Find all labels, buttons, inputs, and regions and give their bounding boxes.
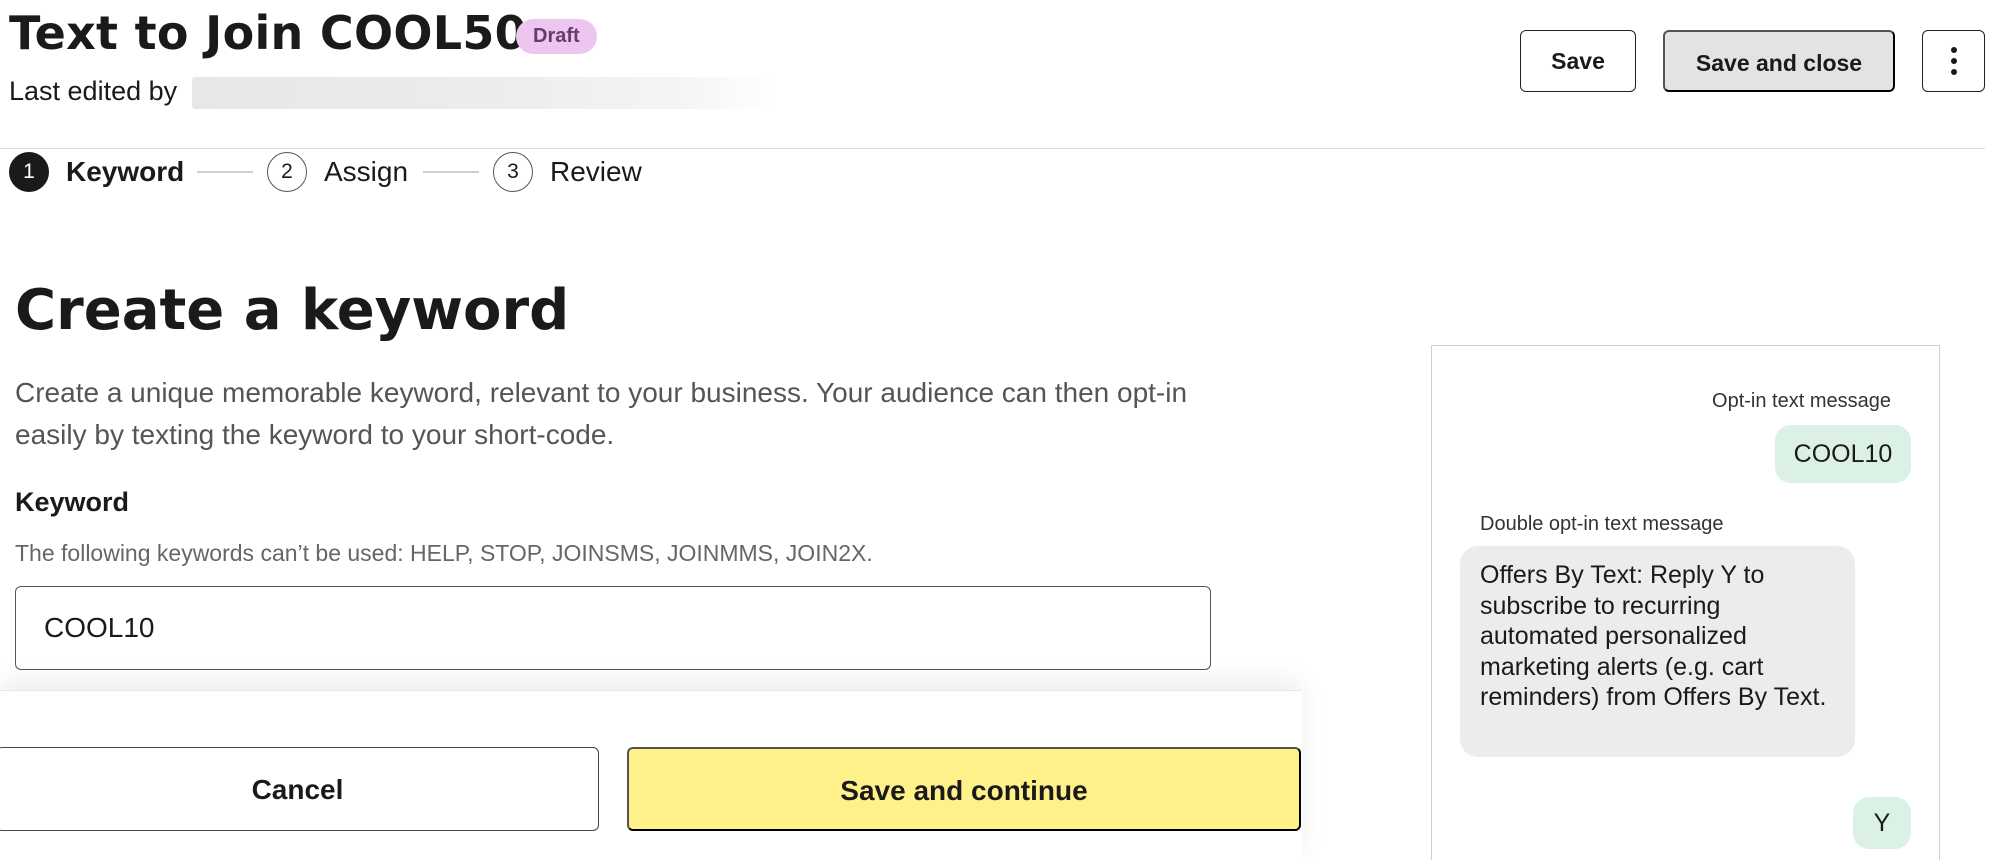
double-optin-label: Double opt-in text message: [1480, 513, 1724, 535]
step-label: Review: [550, 156, 642, 187]
double-optin-message-bubble: Offers By Text: Reply Y to subscribe to …: [1460, 546, 1855, 757]
step-assign[interactable]: 2 Assign: [267, 152, 408, 192]
step-keyword[interactable]: 1 Keyword: [9, 152, 184, 192]
step-number: 3: [493, 152, 533, 192]
optin-message-bubble: COOL10: [1775, 425, 1911, 483]
step-label: Keyword: [66, 156, 185, 187]
save-button[interactable]: Save: [1520, 30, 1636, 92]
step-label: Assign: [324, 156, 409, 187]
cancel-button[interactable]: Cancel: [0, 747, 599, 831]
section-description: Create a unique memorable keyword, relev…: [15, 377, 1188, 450]
keyword-input[interactable]: [15, 586, 1211, 670]
header-divider: [0, 148, 1985, 149]
status-badge: Draft: [516, 19, 597, 54]
section-heading: Create a keyword: [15, 278, 570, 343]
step-number: 1: [9, 152, 49, 192]
save-and-close-button[interactable]: Save and close: [1663, 30, 1895, 92]
redacted-editor-name: [192, 77, 774, 109]
step-review[interactable]: 3 Review: [493, 152, 642, 192]
last-edited-label: Last edited by: [9, 76, 178, 106]
more-vertical-icon: [1950, 47, 1957, 75]
step-connector: [423, 171, 479, 173]
save-and-continue-button[interactable]: Save and continue: [627, 747, 1301, 831]
step-connector: [197, 171, 253, 173]
step-number: 2: [267, 152, 307, 192]
keyword-hint: The following keywords can’t be used: HE…: [15, 540, 873, 566]
message-preview-panel: Opt-in text message COOL10 Double opt-in…: [1431, 345, 1940, 860]
optin-label: Opt-in text message: [1712, 390, 1891, 412]
keyword-label: Keyword: [15, 487, 130, 517]
page-title: Text to Join COOL50: [9, 6, 527, 60]
reply-message-bubble: Y: [1853, 797, 1911, 849]
more-options-button[interactable]: [1922, 30, 1985, 92]
